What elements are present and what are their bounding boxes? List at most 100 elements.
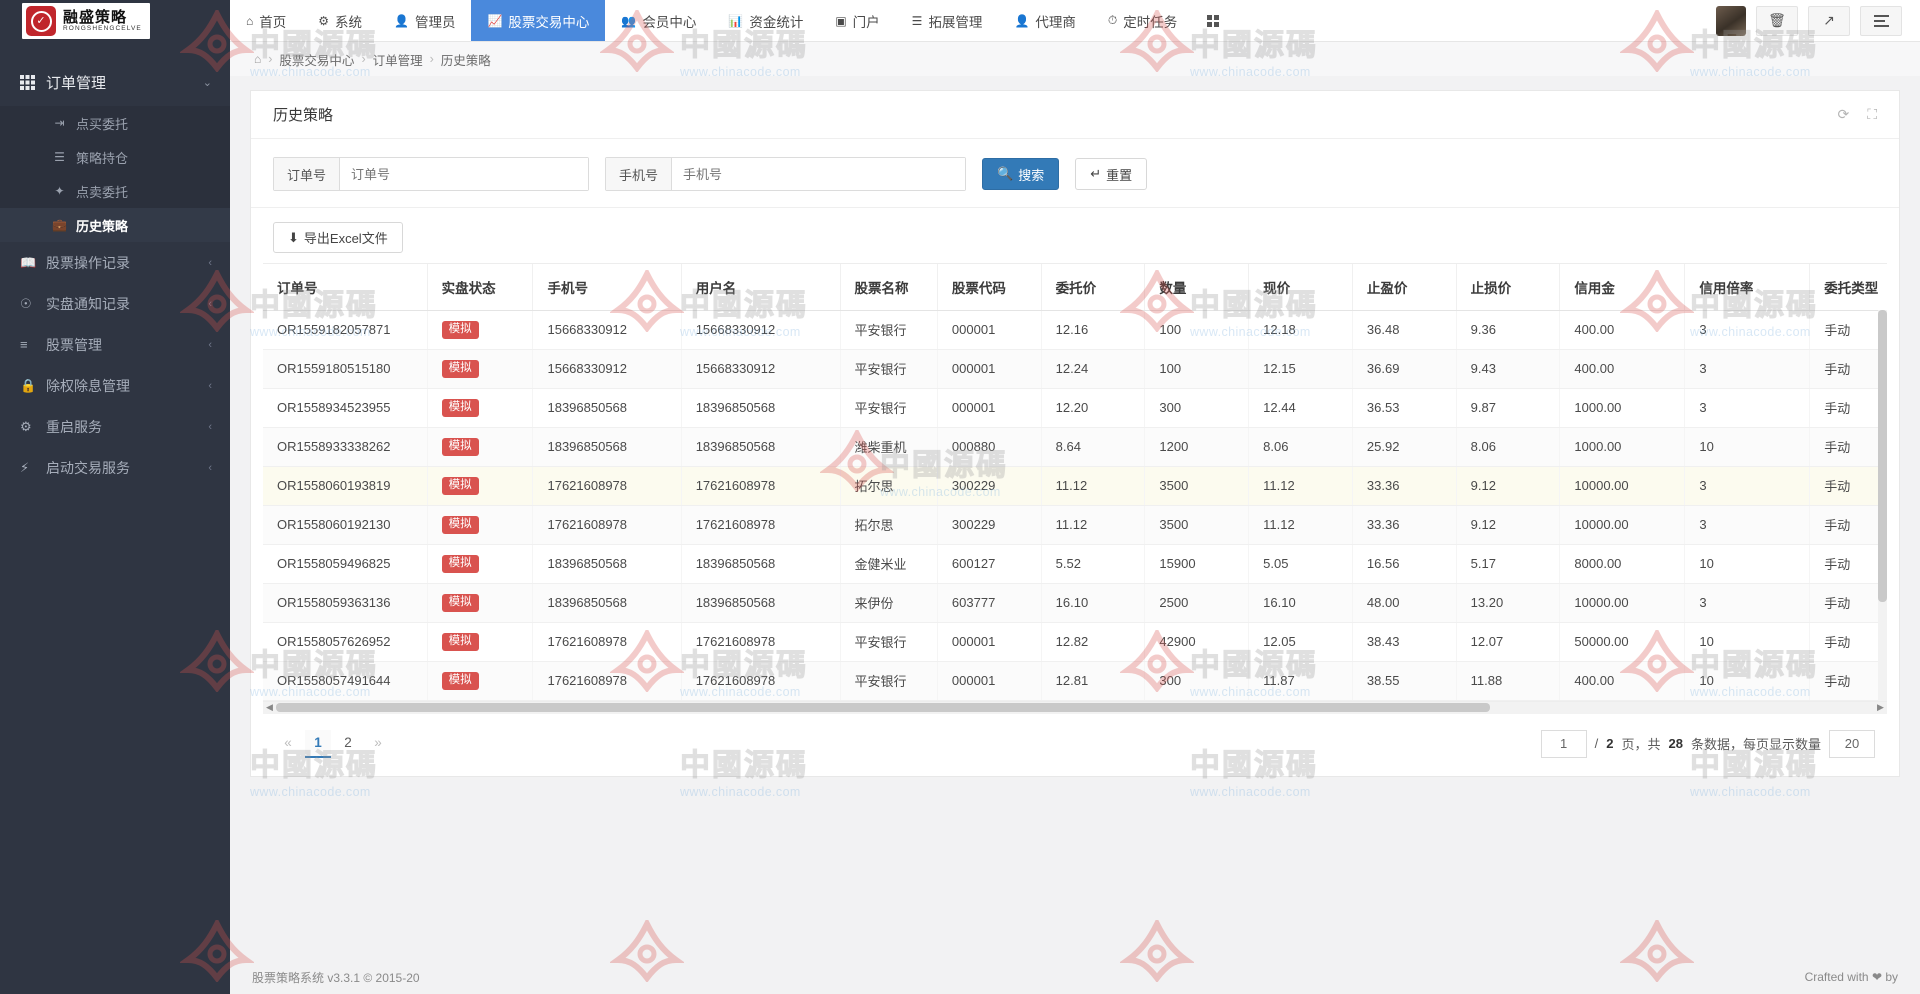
sidebar-group-order-management[interactable]: 订单管理 ⌄ (0, 58, 230, 106)
cell-phone: 15668330912 (532, 349, 682, 389)
nav-item-admin[interactable]: 👤 管理员 (378, 0, 471, 41)
table-row[interactable]: OR1559180515180 模拟 15668330912 15668330912 平… (263, 349, 1887, 389)
pagination-first[interactable]: « (275, 729, 301, 758)
table-row[interactable]: OR1558060192130 模拟 17621608978 17621608978 拓… (263, 505, 1887, 545)
nav-item-label: 代理商 (1035, 14, 1076, 30)
cell-quantity: 300 (1144, 661, 1250, 701)
nav-item-home[interactable]: ⌂ 首页 (230, 0, 302, 41)
cell-username: 15668330912 (681, 349, 841, 389)
table-row[interactable]: OR1558933338262 模拟 18396850568 18396850568 潍… (263, 427, 1887, 467)
nav-apps-button[interactable] (1193, 0, 1233, 41)
cell-current-price: 16.10 (1248, 583, 1353, 623)
export-excel-label: 导出Excel文件 (303, 231, 388, 246)
pagination-page-2[interactable]: 2 (335, 729, 361, 758)
sidebar-item-restart-service[interactable]: ⚙ 重启服务 ‹ (0, 406, 230, 447)
nav-item-agent[interactable]: 👤 代理商 (998, 0, 1091, 41)
sidebar-item-stock-management[interactable]: ≡ 股票管理 ‹ (0, 324, 230, 365)
cell-username: 15668330912 (681, 310, 841, 350)
clock-icon: ⏱ (1107, 13, 1118, 27)
nav-item-member-center[interactable]: 👥 会员中心 (605, 0, 712, 41)
hscroll-thumb[interactable] (276, 703, 1491, 712)
nav-item-scheduled-task[interactable]: ⏱ 定时任务 (1092, 0, 1193, 41)
chevron-left-icon: ‹ (208, 297, 212, 310)
table-horizontal-scrollbar[interactable]: ◀ ▶ (263, 700, 1887, 714)
cell-live-status: 模拟 (427, 661, 534, 701)
brand-logo[interactable]: ✓ 融盛策略 RONGSHENGCELVE (0, 0, 230, 42)
fullscreen-icon[interactable]: ⛶ (1867, 106, 1877, 123)
sidebar-item-celue-chicang[interactable]: ☰ 策略持仓 (0, 140, 230, 174)
pagination-jump-input[interactable]: 1 (1540, 729, 1587, 758)
scroll-left-icon[interactable]: ◀ (263, 702, 276, 713)
nav-item-expansion-management[interactable]: ☰ 拓展管理 (896, 0, 999, 41)
breadcrumb-item-order-management[interactable]: 订单管理 (373, 50, 423, 69)
top-nav: ⌂ 首页 ⚙ 系统 👤 管理员 📈 股票交易中心 👥 会员中心 📊 资金统计 ▣… (230, 0, 1716, 41)
expand-button[interactable]: ↗ (1808, 5, 1850, 36)
undo-icon: ↵ (1090, 166, 1102, 181)
pagination-last[interactable]: » (365, 729, 391, 758)
cell-stop-loss: 9.87 (1456, 388, 1561, 428)
cell-credit-amount: 400.00 (1559, 661, 1686, 701)
col-stop-loss: 止损价 (1456, 264, 1561, 311)
scroll-right-icon[interactable]: ▶ (1874, 702, 1887, 713)
table-body: OR1559182057871 模拟 15668330912 15668330912 平… (263, 310, 1887, 701)
table-row[interactable]: OR1558060193819 模拟 17621608978 17621608978 拓… (263, 466, 1887, 506)
cell-stock-name: 平安银行 (840, 349, 938, 389)
nav-item-portal[interactable]: ▣ 门户 (819, 0, 895, 41)
cell-stock-name: 潍柴重机 (840, 427, 938, 467)
pagination-page-1[interactable]: 1 (305, 729, 331, 758)
refresh-icon[interactable]: ⟳ (1837, 106, 1849, 123)
cell-credit-leverage: 3 (1684, 310, 1811, 350)
table-row[interactable]: OR1558059496825 模拟 18396850568 18396850568 金… (263, 544, 1887, 584)
pagination-page-size[interactable]: 20 (1829, 729, 1875, 758)
cell-stock-name: 平安银行 (840, 661, 938, 701)
search-button[interactable]: 🔍 搜索 (982, 158, 1060, 190)
cell-credit-amount: 10000.00 (1559, 583, 1686, 623)
export-excel-button[interactable]: ⬇ 导出Excel文件 (273, 222, 403, 253)
panel-header: 历史策略 ⟳ ⛶ (251, 91, 1899, 139)
cell-live-status: 模拟 (427, 466, 534, 506)
pagination-pages: « 1 2 » (275, 729, 1541, 758)
breadcrumb-item-trade-center[interactable]: 股票交易中心 (279, 50, 354, 69)
trash-button[interactable]: 🗑 (1756, 5, 1798, 36)
pagination-slash: / (1594, 736, 1599, 751)
status-badge: 模拟 (441, 594, 479, 612)
table-row[interactable]: OR1558057626952 模拟 17621608978 17621608978 平… (263, 622, 1887, 662)
home-icon: ⌂ (246, 13, 254, 28)
menu-button[interactable] (1860, 5, 1902, 36)
chevron-left-icon: ‹ (208, 461, 212, 474)
cell-live-status: 模拟 (427, 388, 534, 428)
sidebar-item-label: 点卖委托 (76, 184, 129, 200)
reset-button[interactable]: ↵ 重置 (1075, 158, 1148, 190)
scrollbar-thumb[interactable] (1878, 310, 1887, 602)
sidebar-menu: 订单管理 ⌄ ⇥ 点买委托 ☰ 策略持仓 ✦ 点卖委托 💼 历史策略 📖 股票操… (0, 58, 230, 488)
cell-take-profit: 16.56 (1352, 544, 1457, 584)
sidebar-item-live-notice-log[interactable]: ☉ 实盘通知记录 ‹ (0, 283, 230, 324)
cell-stop-loss: 12.07 (1456, 622, 1561, 662)
table-row[interactable]: OR1559182057871 模拟 15668330912 15668330912 平… (263, 310, 1887, 350)
avatar[interactable] (1716, 5, 1746, 36)
table-row[interactable]: OR1558934523955 模拟 18396850568 18396850568 平… (263, 388, 1887, 428)
sidebar-item-dianmai-weituo[interactable]: ⇥ 点买委托 (0, 106, 230, 140)
nav-item-stock-trade-center[interactable]: 📈 股票交易中心 (471, 0, 606, 41)
order-no-input[interactable] (340, 158, 589, 190)
sidebar-item-start-trade-service[interactable]: ⚡ 启动交易服务 ‹ (0, 447, 230, 488)
cell-live-status: 模拟 (427, 505, 534, 545)
cell-credit-leverage: 3 (1684, 388, 1811, 428)
sidebar-item-dianmai-sell[interactable]: ✦ 点卖委托 (0, 174, 230, 208)
nav-item-system[interactable]: ⚙ 系统 (302, 0, 378, 41)
search-icon: 🔍 (997, 166, 1014, 181)
pagination-record-unit: 条数据，每页显示数量 (1690, 737, 1821, 752)
phone-input[interactable] (672, 158, 966, 190)
main-content: 历史策略 ⟳ ⛶ 订单号 手机号 🔍 搜索 (230, 76, 1920, 994)
sidebar-item-stock-operation-log[interactable]: 📖 股票操作记录 ‹ (0, 242, 230, 283)
hscroll-track[interactable] (276, 703, 1874, 712)
cell-order-no: OR1558933338262 (263, 427, 428, 467)
nav-item-fund-statistics[interactable]: 📊 资金统计 (712, 0, 819, 41)
table-row[interactable]: OR1558057491644 模拟 17621608978 17621608978 平… (263, 661, 1887, 701)
home-icon[interactable]: ⌂ (254, 52, 261, 66)
sidebar-item-history-strategy[interactable]: 💼 历史策略 (0, 208, 230, 242)
status-badge: 模拟 (441, 633, 479, 651)
sidebar-item-ex-rights-dividend[interactable]: 🔒 除权除息管理 ‹ (0, 365, 230, 406)
table-vertical-scrollbar[interactable] (1878, 310, 1887, 701)
table-row[interactable]: OR1558059363136 模拟 18396850568 18396850568 来… (263, 583, 1887, 623)
